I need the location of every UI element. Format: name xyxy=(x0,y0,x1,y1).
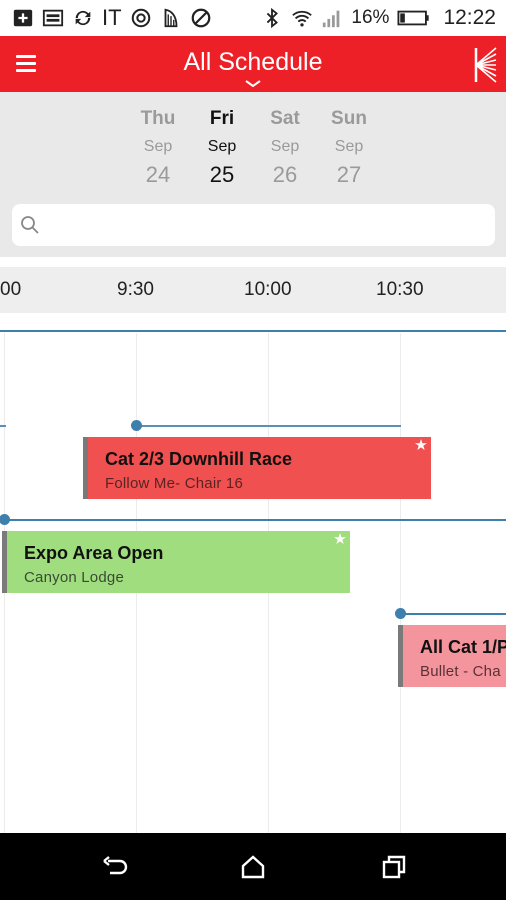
time-label: 00 xyxy=(0,279,22,300)
battery-percent: 16% xyxy=(351,7,390,28)
event-title: All Cat 1/P xyxy=(420,637,506,657)
day-of-week: Sun xyxy=(331,108,367,129)
image-icon xyxy=(42,9,64,27)
schedule-timeline[interactable]: Cat 2/3 Downhill Race Follow Me- Chair 1… xyxy=(0,313,506,833)
carrier-label: IT xyxy=(102,5,122,30)
track-line xyxy=(4,519,506,521)
event-location: Follow Me- Chair 16 xyxy=(105,475,244,492)
status-bar: IT 16% 12:22 xyxy=(0,0,506,36)
day-of-week: Fri xyxy=(209,108,235,129)
harp-icon xyxy=(164,8,177,28)
day-number: 24 xyxy=(145,162,171,187)
track-line xyxy=(136,425,401,427)
track-line xyxy=(0,425,6,427)
add-box-icon xyxy=(13,9,33,27)
event-card[interactable]: All Cat 1/P Bullet - Cha xyxy=(398,625,506,687)
bluetooth-icon xyxy=(267,7,279,29)
day-month: Sep xyxy=(143,138,173,155)
page-title[interactable]: All Schedule xyxy=(0,48,506,77)
back-icon[interactable] xyxy=(100,853,128,881)
track-line xyxy=(0,330,506,332)
at-icon xyxy=(131,8,150,28)
app-bar: All Schedule xyxy=(0,36,506,92)
signal-icon xyxy=(323,10,340,28)
grid-line xyxy=(400,333,401,833)
track-line xyxy=(400,613,506,615)
day-number: 25 xyxy=(209,162,235,187)
event-location: Canyon Lodge xyxy=(24,569,124,586)
day-sun[interactable]: Sun Sep 27 xyxy=(317,106,381,189)
day-of-week: Sat xyxy=(270,108,300,129)
day-month: Sep xyxy=(270,138,300,155)
status-bar-system: 16% 12:22 xyxy=(261,6,496,30)
recents-icon[interactable] xyxy=(380,853,408,881)
day-thu[interactable]: Thu Sep 24 xyxy=(126,106,190,189)
day-number: 26 xyxy=(272,162,298,187)
day-number: 27 xyxy=(336,162,362,187)
time-label: 9:30 xyxy=(117,279,154,300)
home-icon[interactable] xyxy=(239,853,267,881)
no-disturb-icon xyxy=(191,8,210,28)
chevron-down-icon[interactable] xyxy=(243,79,263,89)
event-accent xyxy=(2,531,7,593)
search-icon xyxy=(21,216,39,234)
event-title: Cat 2/3 Downhill Race xyxy=(105,449,293,469)
event-card[interactable]: Expo Area Open Canyon Lodge xyxy=(2,531,350,593)
event-location: Bullet - Cha xyxy=(420,663,501,680)
star-icon[interactable] xyxy=(415,439,427,451)
time-label: 10:30 xyxy=(376,279,424,300)
date-strip: Thu Sep 24 Fri Sep 25 Sat Sep 26 Sun Sep… xyxy=(0,92,506,257)
track-start-dot xyxy=(395,608,406,619)
search-bar[interactable] xyxy=(12,204,495,246)
day-sat[interactable]: Sat Sep 26 xyxy=(253,106,317,189)
day-month: Sep xyxy=(334,138,364,155)
day-fri[interactable]: Fri Sep 25 xyxy=(190,106,254,189)
navigation-bar xyxy=(0,833,506,900)
track-start-dot xyxy=(131,420,142,431)
event-accent xyxy=(398,625,403,687)
event-accent xyxy=(83,437,88,499)
sync-icon xyxy=(75,10,91,26)
time-label: 10:00 xyxy=(244,279,292,300)
star-icon[interactable] xyxy=(334,533,346,545)
day-of-week: Thu xyxy=(140,108,176,129)
time-header: 00 9:30 10:00 10:30 xyxy=(0,267,506,313)
status-time: 12:22 xyxy=(443,6,496,29)
battery-icon xyxy=(397,10,430,26)
track-start-dot xyxy=(0,514,10,525)
search-input[interactable] xyxy=(48,204,488,246)
wifi-icon xyxy=(292,10,313,27)
brand-logo-icon[interactable] xyxy=(474,46,498,84)
event-title: Expo Area Open xyxy=(24,543,164,563)
status-bar-notifications: IT xyxy=(12,6,212,30)
day-month: Sep xyxy=(207,138,237,155)
event-card[interactable]: Cat 2/3 Downhill Race Follow Me- Chair 1… xyxy=(83,437,431,499)
